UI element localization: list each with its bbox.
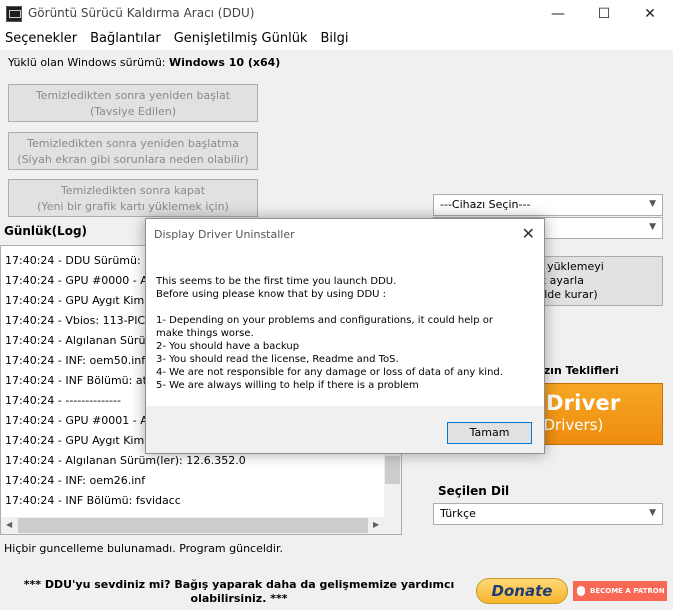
dialog-message: This seems to be the first time you laun… xyxy=(156,275,536,392)
first-launch-dialog: Display Driver Uninstaller ✕ This seems … xyxy=(145,218,545,454)
log-horizontal-scroll-thumb[interactable] xyxy=(18,518,368,533)
dialog-body: This seems to be the first time you laun… xyxy=(146,249,544,406)
dialog-title: Display Driver Uninstaller xyxy=(154,228,295,241)
scroll-left-arrow-icon[interactable]: ◀ xyxy=(6,520,12,529)
sponsor-offers-label: ızın Teklifleri xyxy=(540,364,619,377)
windows-version-line: Yüklü olan Windows sürümü: Windows 10 (x… xyxy=(8,56,280,69)
dialog-message-line: Before using please know that by using D… xyxy=(156,289,387,300)
clean-and-restart-sublabel: (Tavsiye Edilen) xyxy=(89,105,177,118)
donate-label: Donate xyxy=(491,582,553,600)
window-title: Görüntü Sürücü Kaldırma Aracı (DDU) xyxy=(28,6,255,20)
dialog-title-bar: Display Driver Uninstaller ✕ xyxy=(146,219,544,249)
log-label: Günlük(Log) xyxy=(4,224,88,238)
dialog-close-icon[interactable]: ✕ xyxy=(522,224,535,243)
become-patron-label: BECOME A PATRON xyxy=(590,587,665,595)
patreon-icon xyxy=(577,586,585,596)
clean-and-restart-label: Temizledikten sonra yeniden başlat xyxy=(35,89,231,102)
chevron-down-icon: ▼ xyxy=(649,222,656,232)
dialog-message-spacer xyxy=(156,301,536,314)
windows-version-label: Yüklü olan Windows sürümü: xyxy=(8,56,166,69)
dialog-message-line: 5- We are always willing to help if ther… xyxy=(156,380,419,391)
menu-info[interactable]: Bilgi xyxy=(314,28,355,50)
title-bar: Görüntü Sürücü Kaldırma Aracı (DDU) — ☐ … xyxy=(0,0,673,28)
clean-and-shutdown-button[interactable]: Temizledikten sonra kapat (Yeni bir graf… xyxy=(8,179,258,217)
menu-options[interactable]: Seçenekler xyxy=(0,28,84,50)
dialog-message-line: 1- Depending on your problems and config… xyxy=(156,315,493,326)
clean-no-restart-label: Temizledikten sonra yeniden başlatma xyxy=(27,137,239,150)
menu-extended-log[interactable]: Genişletilmiş Günlük xyxy=(168,28,315,50)
dialog-ok-button[interactable]: Tamam xyxy=(447,422,532,444)
device-select-value: ---Cihazı Seçin--- xyxy=(440,198,531,211)
log-line: 17:40:24 - INF Bölümü: fsvidacc xyxy=(5,494,181,507)
chevron-down-icon: ▼ xyxy=(649,199,656,209)
donate-button[interactable]: Donate xyxy=(476,578,568,604)
clean-and-restart-button[interactable]: Temizledikten sonra yeniden başlat (Tavs… xyxy=(8,84,258,122)
device-select[interactable]: ---Cihazı Seçin--- ▼ xyxy=(433,194,663,216)
dialog-message-line: make things worse. xyxy=(156,328,254,339)
chevron-down-icon: ▼ xyxy=(649,508,656,518)
log-horizontal-scrollbar[interactable]: ◀ ▶ xyxy=(1,517,401,534)
dialog-message-line: This seems to be the first time you laun… xyxy=(156,276,397,287)
footer: *** DDU'yu sevdiniz mi? Bağış yaparak da… xyxy=(0,572,673,610)
log-line: 17:40:24 - Algılanan Sürüm(ler): 12.6.35… xyxy=(5,454,246,467)
ddu-app-icon xyxy=(6,6,22,22)
become-patron-button[interactable]: BECOME A PATRON xyxy=(573,581,667,601)
dialog-message-line: 3- You should read the license, Readme a… xyxy=(156,354,399,365)
scroll-right-arrow-icon[interactable]: ▶ xyxy=(373,520,379,529)
minimize-button[interactable]: — xyxy=(535,0,581,28)
clean-no-restart-sublabel: (Siyah ekran gibi sorunlara neden olabil… xyxy=(17,153,249,166)
language-select[interactable]: Türkçe ▼ xyxy=(433,503,663,525)
maximize-button[interactable]: ☐ xyxy=(581,0,627,28)
donation-message: *** DDU'yu sevdiniz mi? Bağış yaparak da… xyxy=(23,578,455,605)
windows-version-value: Windows 10 (x64) xyxy=(169,56,281,69)
close-button[interactable]: ✕ xyxy=(627,0,673,28)
log-vertical-scroll-thumb[interactable] xyxy=(385,456,400,484)
clean-and-shutdown-label: Temizledikten sonra kapat xyxy=(60,184,206,197)
menu-bar: Seçenekler Bağlantılar Genişletilmiş Gün… xyxy=(0,28,673,50)
language-label: Seçilen Dil xyxy=(438,484,510,498)
dialog-message-line: 2- You should have a backup xyxy=(156,341,300,352)
update-status-text: Hiçbir guncelleme bulunamadı. Program gü… xyxy=(4,542,283,555)
menu-links[interactable]: Bağlantılar xyxy=(84,28,168,50)
clean-and-shutdown-sublabel: (Yeni bir grafik kartı yüklemek için) xyxy=(37,200,229,213)
dialog-message-line: 4- We are not responsible for any damage… xyxy=(156,367,503,378)
log-line: 17:40:24 - INF: oem26.inf xyxy=(5,474,146,487)
language-select-value: Türkçe xyxy=(440,507,476,520)
clean-no-restart-button[interactable]: Temizledikten sonra yeniden başlatma (Si… xyxy=(8,132,258,170)
